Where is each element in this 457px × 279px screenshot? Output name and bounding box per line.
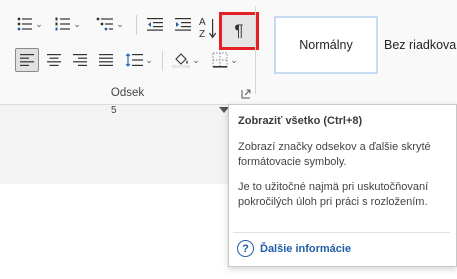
show-all-button[interactable]: ¶	[219, 12, 259, 50]
paint-bucket-icon	[172, 53, 190, 68]
tooltip-title: Zobraziť všetko (Ctrl+8)	[238, 115, 363, 127]
increase-indent-icon	[175, 18, 191, 31]
multilevel-list-button[interactable]: ⌄	[90, 12, 130, 36]
tooltip-divider	[233, 232, 450, 233]
paragraph-group-label: Odsek	[110, 87, 145, 99]
sort-icon: A Z	[199, 17, 217, 40]
chevron-down-icon[interactable]: ⌄	[73, 19, 81, 29]
align-right-icon	[73, 54, 87, 66]
align-center-button[interactable]	[42, 48, 66, 72]
dialog-launcher-icon[interactable]	[241, 89, 251, 99]
toolbar-separator	[162, 51, 163, 71]
style-normal[interactable]: Normálny	[274, 16, 378, 74]
increase-indent-button[interactable]	[171, 12, 195, 36]
line-spacing-button[interactable]: ⌄	[120, 48, 158, 72]
chevron-down-icon[interactable]: ⌄	[116, 19, 124, 29]
ribbon: ⌄ ⌄ ⌄ A Z ¶ ⌄ ⌄ ⌄ Odsek Normálny Bez ria…	[0, 0, 457, 104]
borders-button[interactable]: ⌄	[206, 48, 244, 72]
borders-icon	[212, 52, 228, 68]
bullets-button[interactable]: ⌄	[14, 12, 46, 36]
pilcrow-icon: ¶	[234, 21, 244, 40]
chevron-down-icon[interactable]: ⌄	[35, 19, 43, 29]
chevron-down-icon[interactable]: ⌄	[145, 55, 153, 65]
sort-button[interactable]: A Z	[197, 14, 219, 42]
more-info-link[interactable]: ? Ďalšie informácie	[237, 240, 351, 257]
align-left-button[interactable]	[15, 48, 39, 72]
numbering-icon	[55, 17, 71, 31]
tooltip-note: Je to užitočné najmä pri uskutočňovaní p…	[238, 181, 429, 208]
line-spacing-icon	[125, 53, 144, 67]
svg-text:Z: Z	[199, 29, 205, 40]
decrease-indent-button[interactable]	[143, 12, 167, 36]
decrease-indent-icon	[147, 18, 163, 31]
toolbar-separator	[136, 15, 137, 35]
tooltip-description: Zobrazí značky odsekov a ďalšie skryté f…	[238, 141, 431, 168]
numbering-button[interactable]: ⌄	[52, 12, 84, 36]
multilevel-list-icon	[96, 17, 114, 31]
justify-icon	[99, 54, 113, 66]
bullets-icon	[17, 17, 33, 31]
align-center-icon	[47, 54, 61, 66]
help-icon: ?	[237, 240, 254, 257]
tooltip: Zobraziť všetko (Ctrl+8) Zobrazí značky …	[228, 104, 457, 267]
style-no-spacing[interactable]: Bez riadkova	[380, 16, 457, 74]
svg-text:A: A	[199, 17, 206, 28]
justify-button[interactable]	[94, 48, 118, 72]
ruler-number: 5	[111, 105, 117, 116]
chevron-down-icon[interactable]: ⌄	[192, 55, 200, 65]
ribbon-group-divider	[255, 6, 256, 94]
more-info-label[interactable]: Ďalšie informácie	[260, 243, 351, 255]
align-right-button[interactable]	[68, 48, 92, 72]
shading-button[interactable]: ⌄	[168, 48, 204, 72]
align-left-icon	[20, 54, 34, 66]
chevron-down-icon[interactable]: ⌄	[230, 55, 238, 65]
